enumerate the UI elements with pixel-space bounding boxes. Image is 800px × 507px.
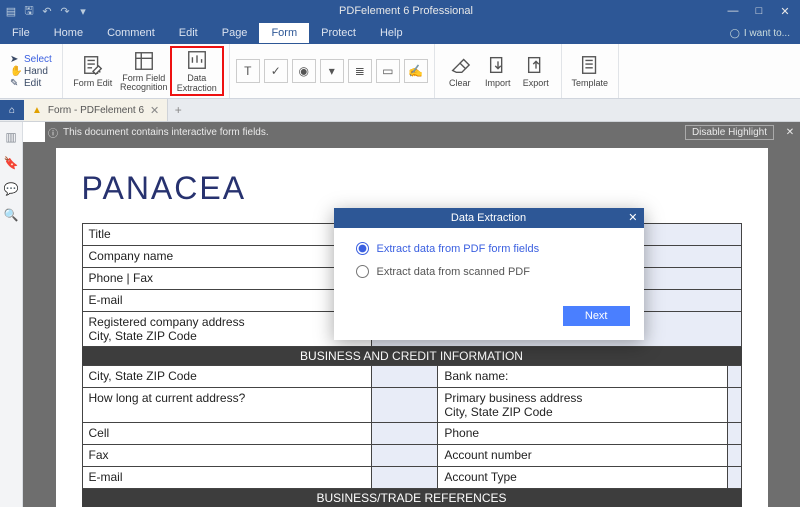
info-message: This document contains interactive form …: [61, 127, 685, 138]
menu-edit[interactable]: Edit: [167, 23, 210, 43]
document-tab-strip: ⌂ ▲ Form - PDFelement 6 ✕ +: [0, 99, 800, 122]
hand-mode[interactable]: ✋Hand: [10, 66, 52, 77]
menu-protect[interactable]: Protect: [309, 23, 368, 43]
checkbox-field-button[interactable]: ✓: [264, 59, 288, 83]
i-want-to-search[interactable]: I want to...: [720, 28, 800, 39]
template-button[interactable]: Template: [568, 52, 612, 90]
dialog-title-bar[interactable]: Data Extraction ✕: [334, 208, 644, 228]
window-controls: — □ ✕: [722, 2, 796, 20]
dropdown-icon: ▾: [329, 64, 335, 78]
menu-form[interactable]: Form: [259, 23, 309, 43]
main-body: ▥ 🔖 💬 🔍 ⓘ This document contains interac…: [0, 122, 800, 507]
select-mode[interactable]: ➤Select: [10, 54, 52, 65]
ribbon-form-tab: ➤Select ✋Hand ✎Edit Form Edit Form Field…: [0, 44, 800, 99]
eraser-icon: [449, 54, 471, 76]
title-bar: ▤ 🖫 ↶ ↷ ▾ PDFelement 6 Professional — □ …: [0, 0, 800, 22]
disable-highlight-button[interactable]: Disable Highlight: [685, 125, 774, 140]
signature-field-button[interactable]: ✍: [404, 59, 428, 83]
menu-file[interactable]: File: [0, 23, 42, 43]
text-field-icon: T: [244, 64, 251, 78]
menu-home[interactable]: Home: [42, 23, 95, 43]
recognition-icon: [133, 50, 155, 72]
cursor-icon: ➤: [10, 54, 20, 64]
business-credit-table: City, State ZIP CodeBank name: How long …: [82, 365, 742, 489]
redo-icon[interactable]: ↷: [58, 4, 72, 18]
data-extraction-dialog: Data Extraction ✕ Extract data from PDF …: [334, 208, 644, 340]
next-button[interactable]: Next: [563, 306, 630, 326]
export-button[interactable]: Export: [517, 52, 555, 90]
import-button[interactable]: Import: [479, 52, 517, 90]
data-extraction-icon: [186, 49, 208, 71]
import-icon: [487, 54, 509, 76]
listbox-icon: ≣: [355, 64, 365, 78]
dropdown-field-button[interactable]: ▾: [320, 59, 344, 83]
close-button[interactable]: ✕: [774, 2, 796, 20]
save-icon[interactable]: 🖫: [22, 4, 36, 18]
form-edit-icon: [82, 54, 104, 76]
option-extract-scanned-pdf[interactable]: Extract data from scanned PDF: [356, 265, 622, 278]
menu-page[interactable]: Page: [210, 23, 260, 43]
text-field-button[interactable]: T: [236, 59, 260, 83]
minimize-button[interactable]: —: [722, 2, 744, 20]
form-field-recognition-button[interactable]: Form Field Recognition: [117, 48, 171, 94]
form-edit-button[interactable]: Form Edit: [69, 52, 117, 90]
app-icon: ▤: [4, 4, 18, 18]
app-title: PDFelement 6 Professional: [90, 5, 722, 17]
qat-dropdown-icon[interactable]: ▾: [76, 4, 90, 18]
table-row: City, State ZIP CodeBank name:: [82, 366, 741, 388]
selection-mode-group: ➤Select ✋Hand ✎Edit: [6, 54, 56, 89]
clear-button[interactable]: Clear: [441, 52, 479, 90]
document-logo-text: PANACEA: [82, 170, 742, 207]
info-icon: ⓘ: [45, 125, 61, 140]
signature-icon: ✍: [408, 64, 423, 78]
bookmarks-icon[interactable]: 🔖: [4, 156, 18, 170]
section-header-trade-references: BUSINESS/TRADE REFERENCES: [82, 489, 742, 507]
data-extraction-button[interactable]: Data Extraction: [171, 47, 223, 95]
undo-icon[interactable]: ↶: [40, 4, 54, 18]
button-field-button[interactable]: ▭: [376, 59, 400, 83]
warning-icon: ▲: [32, 105, 42, 116]
radio-form-fields[interactable]: [356, 242, 369, 255]
document-stage[interactable]: PANACEA Title Company name Phone | Fax E…: [23, 142, 800, 507]
export-icon: [525, 54, 547, 76]
comments-icon[interactable]: 💬: [4, 182, 18, 196]
radio-field-button[interactable]: ◉: [292, 59, 316, 83]
document-tab[interactable]: ▲ Form - PDFelement 6 ✕: [24, 99, 168, 121]
table-row: E-mailAccount Type: [82, 467, 741, 489]
left-sidebar: ▥ 🔖 💬 🔍: [0, 122, 23, 507]
home-tab-icon[interactable]: ⌂: [0, 100, 24, 120]
info-close-button[interactable]: ✕: [780, 127, 800, 138]
menu-help[interactable]: Help: [368, 23, 415, 43]
menu-bar: File Home Comment Edit Page Form Protect…: [0, 22, 800, 44]
add-tab-button[interactable]: +: [168, 103, 188, 117]
listbox-field-button[interactable]: ≣: [348, 59, 372, 83]
section-header-business-credit: BUSINESS AND CREDIT INFORMATION: [82, 347, 742, 365]
quick-access-toolbar: ▤ 🖫 ↶ ↷ ▾: [4, 4, 90, 18]
thumbnails-icon[interactable]: ▥: [4, 130, 18, 144]
table-row: How long at current address?Primary busi…: [82, 388, 741, 423]
button-icon: ▭: [382, 64, 393, 78]
option-extract-form-fields[interactable]: Extract data from PDF form fields: [356, 242, 622, 255]
form-field-tools: T ✓ ◉ ▾ ≣ ▭ ✍: [236, 59, 428, 83]
menu-comment[interactable]: Comment: [95, 23, 167, 43]
pencil-icon: ✎: [10, 78, 20, 88]
maximize-button[interactable]: □: [748, 2, 770, 20]
edit-mode[interactable]: ✎Edit: [10, 78, 52, 89]
table-row: CellPhone: [82, 423, 741, 445]
radio-icon: ◉: [299, 64, 309, 78]
template-icon: [579, 54, 601, 76]
search-icon[interactable]: 🔍: [4, 208, 18, 222]
document-tab-label: Form - PDFelement 6: [48, 105, 144, 116]
form-info-bar: ⓘ This document contains interactive for…: [45, 122, 800, 142]
dialog-title: Data Extraction: [451, 212, 526, 224]
radio-scanned-pdf[interactable]: [356, 265, 369, 278]
tab-close-icon[interactable]: ✕: [150, 104, 159, 117]
hand-icon: ✋: [10, 66, 20, 76]
dialog-close-icon[interactable]: ✕: [628, 211, 637, 224]
pdf-page: PANACEA Title Company name Phone | Fax E…: [56, 148, 768, 507]
table-row: FaxAccount number: [82, 445, 741, 467]
checkbox-icon: ✓: [271, 64, 281, 78]
